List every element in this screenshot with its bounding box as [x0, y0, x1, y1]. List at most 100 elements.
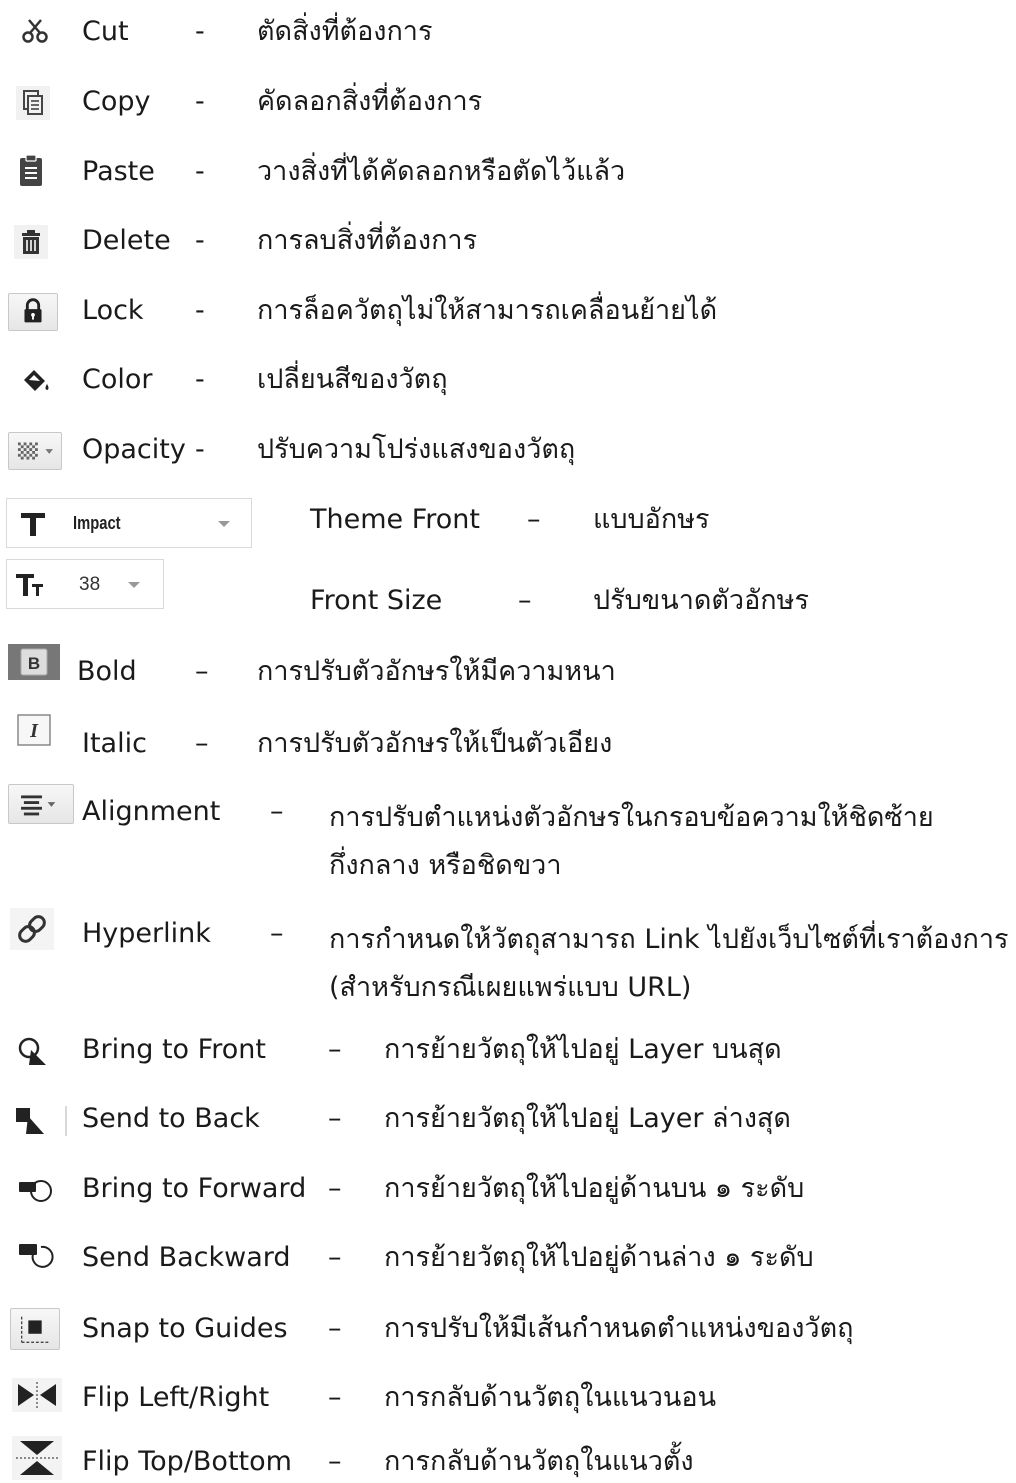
- tool-description: การล็อควัตถุไม่ให้สามารถเคลื่อนย้ายได้: [257, 295, 718, 326]
- separator: –: [518, 585, 532, 616]
- tool-row-color: Color - เปลี่ยนสีของวัตถุ: [0, 362, 1016, 400]
- tool-row-italic: I Italic – การปรับตัวอักษรให้เป็นตัวเอีย…: [0, 712, 1016, 760]
- separator: –: [328, 1173, 342, 1204]
- tool-description: วางสิ่งที่ได้คัดลอกหรือตัดไว้แล้ว: [257, 156, 626, 187]
- tool-row-copy: Copy - คัดลอกสิ่งที่ต้องการ: [0, 84, 1016, 122]
- tool-description: เปลี่ยนสีของวัตถุ: [257, 364, 448, 395]
- tool-description: ปรับขนาดตัวอักษร: [593, 585, 809, 616]
- tool-label: Send Backward: [82, 1242, 291, 1273]
- send-to-back-icon: [14, 1103, 70, 1137]
- svg-text:B: B: [28, 654, 40, 673]
- scissors-icon: [20, 16, 50, 46]
- separator: –: [527, 504, 541, 535]
- tool-row-bring-forward: Bring to Forward – การย้ายวัตถุให้ไปอยู่…: [0, 1171, 1016, 1209]
- tool-label: Snap to Guides: [82, 1313, 288, 1344]
- tool-row-hyperlink: Hyperlink – การกำหนดให้วัตถุสามารถ Link …: [0, 904, 1016, 1004]
- separator: –: [195, 656, 209, 687]
- separator: -: [195, 295, 205, 326]
- tool-description: การกลับด้านวัตถุในแนวนอน: [384, 1382, 717, 1413]
- separator: -: [195, 156, 205, 187]
- separator: -: [195, 434, 205, 465]
- tool-label: Theme Front: [310, 504, 481, 535]
- tool-row-lock: Lock - การล็อควัตถุไม่ให้สามารถเคลื่อนย้…: [0, 293, 1016, 331]
- tool-row-cut: Cut - ตัดสิ่งที่ต้องการ: [0, 14, 1016, 52]
- tool-label: Cut: [82, 16, 129, 47]
- separator: -: [195, 16, 205, 47]
- tool-label: Copy: [82, 86, 151, 117]
- tool-row-bold: B Bold – การปรับตัวอักษรให้มีความหนา: [0, 644, 1016, 688]
- tool-row-alignment: Alignment – การปรับตำแหน่งตัวอักษรในกรอบ…: [0, 784, 1016, 884]
- tool-description: แบบอักษร: [593, 504, 710, 535]
- tool-label: Italic: [82, 728, 147, 759]
- tool-description: การกลับด้านวัตถุในแนวตั้ง: [384, 1446, 694, 1477]
- tool-description: การปรับตัวอักษรให้เป็นตัวเอียง: [257, 728, 613, 759]
- copy-icon: [16, 86, 50, 120]
- tool-row-font-size: 38 Front Size – ปรับขนาดตัวอักษร: [0, 559, 1016, 621]
- bring-to-front-icon: [16, 1034, 52, 1068]
- tool-label: Flip Top/Bottom: [82, 1446, 292, 1477]
- tool-description: การย้ายวัตถุให้ไปอยู่ Layer บนสุด: [384, 1034, 782, 1065]
- font-family-select: Impact: [6, 498, 252, 548]
- lock-icon: [8, 293, 58, 331]
- tool-label: Hyperlink: [82, 918, 211, 949]
- separator: –: [328, 1034, 342, 1065]
- tool-label: Front Size: [310, 585, 443, 616]
- separator: –: [195, 728, 209, 759]
- tool-label: Paste: [82, 156, 155, 187]
- font-size-select: 38: [6, 559, 164, 609]
- tool-description: การย้ายวัตถุให้ไปอยู่ Layer ล่างสุด: [384, 1103, 791, 1134]
- separator: –: [328, 1313, 342, 1344]
- snap-guides-icon: [10, 1308, 60, 1350]
- send-backward-icon: [16, 1240, 56, 1272]
- font-size-value: 38: [79, 574, 101, 595]
- font-family-value: Impact: [73, 513, 121, 533]
- tool-row-delete: Delete - การลบสิ่งที่ต้องการ: [0, 223, 1016, 261]
- flip-horizontal-icon: [12, 1378, 62, 1412]
- chevron-down-icon: [218, 521, 230, 527]
- paint-bucket-icon: [20, 366, 52, 396]
- tool-row-font-family: Impact Theme Front – แบบอักษร: [0, 498, 1016, 550]
- tool-label: Lock: [82, 295, 144, 326]
- tool-description: การปรับตัวอักษรให้มีความหนา: [257, 656, 616, 687]
- tool-description: ปรับความโปร่งแสงของวัตถุ: [257, 434, 576, 465]
- tool-description: การย้ายวัตถุให้ไปอยู่ด้านบน ๑ ระดับ: [384, 1173, 805, 1204]
- trash-icon: [14, 225, 48, 259]
- separator: –: [328, 1242, 342, 1273]
- tool-description: การกำหนดให้วัตถุสามารถ Link ไปยังเว็บไซต…: [329, 924, 1009, 1003]
- font-size-icon: [15, 572, 45, 598]
- tool-description: การลบสิ่งที่ต้องการ: [257, 225, 478, 256]
- tool-label: Bring to Forward: [82, 1173, 307, 1204]
- tool-description: ตัดสิ่งที่ต้องการ: [257, 16, 433, 47]
- tool-label: Opacity: [82, 434, 186, 465]
- tool-label: Flip Left/Right: [82, 1382, 270, 1413]
- align-icon: [8, 784, 74, 824]
- separator: –: [328, 1382, 342, 1413]
- tool-description: คัดลอกสิ่งที่ต้องการ: [257, 86, 483, 117]
- tool-row-paste: Paste - วางสิ่งที่ได้คัดลอกหรือตัดไว้แล้…: [0, 154, 1016, 192]
- chevron-down-icon: [128, 582, 140, 588]
- hyperlink-icon: [8, 904, 58, 954]
- tool-row-flip-horizontal: Flip Left/Right – การกลับด้านวัตถุในแนวน…: [0, 1378, 1016, 1418]
- flip-vertical-icon: [12, 1436, 62, 1480]
- tool-label: Delete: [82, 225, 171, 256]
- tool-label: Send to Back: [82, 1103, 260, 1134]
- separator: –: [270, 796, 284, 827]
- tool-label: Bring to Front: [82, 1034, 266, 1065]
- separator: -: [195, 364, 205, 395]
- separator: -: [195, 225, 205, 256]
- separator: –: [328, 1103, 342, 1134]
- tool-label: Alignment: [82, 796, 221, 827]
- bring-forward-icon: [16, 1175, 56, 1205]
- tool-description: การปรับตำแหน่งตัวอักษรในกรอบข้อความให้ชิ…: [329, 802, 934, 881]
- tool-label: Color: [82, 364, 153, 395]
- paste-icon: [16, 154, 46, 188]
- svg-text:I: I: [29, 720, 39, 742]
- separator: –: [328, 1446, 342, 1477]
- bold-icon: B: [8, 644, 60, 680]
- tool-row-opacity: Opacity - ปรับความโปร่งแสงของวัตถุ: [0, 432, 1016, 470]
- tool-row-send-backward: Send Backward – การย้ายวัตถุให้ไปอยู่ด้า…: [0, 1240, 1016, 1278]
- tool-row-flip-vertical: Flip Top/Bottom – การกลับด้านวัตถุในแนวต…: [0, 1436, 1016, 1482]
- italic-icon: I: [8, 712, 60, 748]
- tool-row-snap-to-guides: Snap to Guides – การปรับให้มีเส้นกำหนดตำ…: [0, 1308, 1016, 1350]
- separator: –: [270, 918, 284, 949]
